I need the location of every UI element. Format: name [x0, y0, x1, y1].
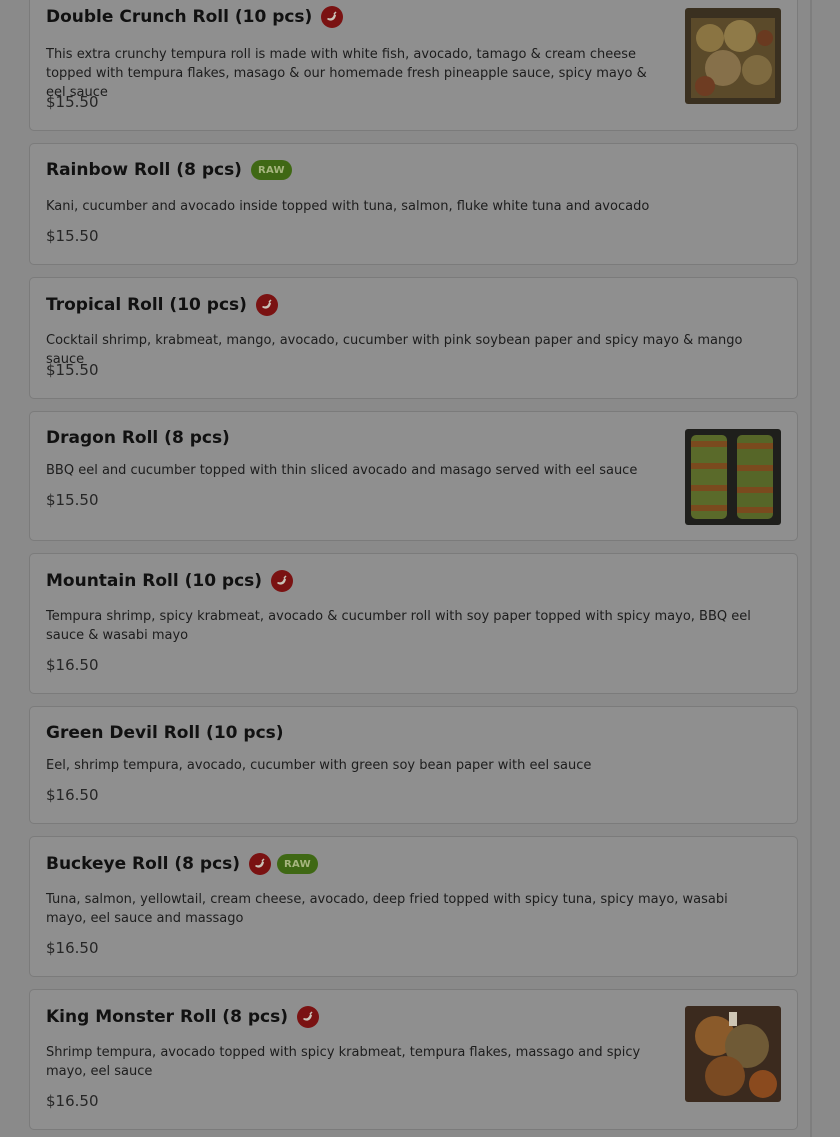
menu-item-price: $15.50 — [46, 361, 99, 379]
menu-item-price: $15.50 — [46, 491, 99, 509]
menu-item-price: $16.50 — [46, 656, 99, 674]
menu-item-photo[interactable] — [685, 429, 781, 525]
menu-item-card[interactable]: Green Devil Roll (10 pcs) Eel, shrimp te… — [29, 706, 798, 824]
menu-item-price: $15.50 — [46, 93, 99, 111]
raw-badge: RAW — [250, 160, 292, 180]
menu-item-description: Tempura shrimp, spicy krabmeat, avocado … — [46, 609, 751, 643]
menu-item-card[interactable]: Mountain Roll (10 pcs) Tempura shrimp, s… — [29, 553, 798, 694]
menu-item-title: Mountain Roll (10 pcs) — [46, 570, 299, 592]
menu-item-title: Double Crunch Roll (10 pcs) — [46, 6, 349, 28]
menu-item-name: Mountain Roll (10 pcs) — [46, 571, 263, 591]
menu-item-name: Tropical Roll (10 pcs) — [46, 295, 247, 315]
chili-pepper-icon — [321, 6, 344, 28]
menu-item-title: Buckeye Roll (8 pcs) RAW — [46, 853, 318, 875]
menu-item-card[interactable]: Rainbow Roll (8 pcs) RAW Kani, cucumber … — [29, 143, 798, 265]
menu-item-description: Tuna, salmon, yellowtail, cream cheese, … — [46, 892, 728, 926]
menu-item-price: $16.50 — [46, 1092, 99, 1110]
menu-item-description: BBQ eel and cucumber topped with thin sl… — [46, 463, 638, 478]
menu-item-title: Tropical Roll (10 pcs) — [46, 294, 284, 316]
menu-item-title: Rainbow Roll (8 pcs) RAW — [46, 160, 292, 180]
page-divider — [810, 0, 812, 1137]
menu-item-description: Shrimp tempura, avocado topped with spic… — [46, 1045, 641, 1079]
menu-item-price: $16.50 — [46, 939, 99, 957]
menu-item-description: Eel, shrimp tempura, avocado, cucumber w… — [46, 758, 592, 773]
menu-item-name: King Monster Roll (8 pcs) — [46, 1007, 288, 1027]
menu-item-name: Dragon Roll (8 pcs) — [46, 428, 230, 448]
menu-item-title: Green Devil Roll (10 pcs) — [46, 723, 293, 743]
menu-item-name: Rainbow Roll (8 pcs) — [46, 160, 242, 180]
menu-item-name: Green Devil Roll (10 pcs) — [46, 723, 284, 743]
menu-item-description: This extra crunchy tempura roll is made … — [46, 47, 647, 100]
menu-item-name: Buckeye Roll (8 pcs) — [46, 854, 241, 874]
menu-item-card[interactable]: Double Crunch Roll (10 pcs) This extra c… — [29, 0, 798, 131]
menu-item-price: $16.50 — [46, 786, 99, 804]
menu-item-card[interactable]: Buckeye Roll (8 pcs) RAW Tuna, salmon, y… — [29, 836, 798, 977]
menu-item-card[interactable]: King Monster Roll (8 pcs) Shrimp tempura… — [29, 989, 798, 1130]
menu-item-photo[interactable] — [685, 8, 781, 104]
chili-pepper-icon — [296, 1006, 319, 1028]
chili-pepper-icon — [249, 853, 272, 875]
menu-item-title: King Monster Roll (8 pcs) — [46, 1006, 325, 1028]
chili-pepper-icon — [271, 570, 294, 592]
menu-item-name: Double Crunch Roll (10 pcs) — [46, 7, 313, 27]
menu-item-photo[interactable] — [685, 1006, 781, 1102]
menu-item-description: Cocktail shrimp, krabmeat, mango, avocad… — [46, 333, 743, 367]
chili-pepper-icon — [255, 294, 278, 316]
menu-item-description: Kani, cucumber and avocado inside topped… — [46, 199, 650, 214]
raw-badge: RAW — [277, 854, 318, 874]
menu-item-card[interactable]: Tropical Roll (10 pcs) Cocktail shrimp, … — [29, 277, 798, 399]
menu-item-title: Dragon Roll (8 pcs) — [46, 428, 239, 448]
menu-item-price: $15.50 — [46, 227, 99, 245]
menu-item-card[interactable]: Dragon Roll (8 pcs) BBQ eel and cucumber… — [29, 411, 798, 541]
